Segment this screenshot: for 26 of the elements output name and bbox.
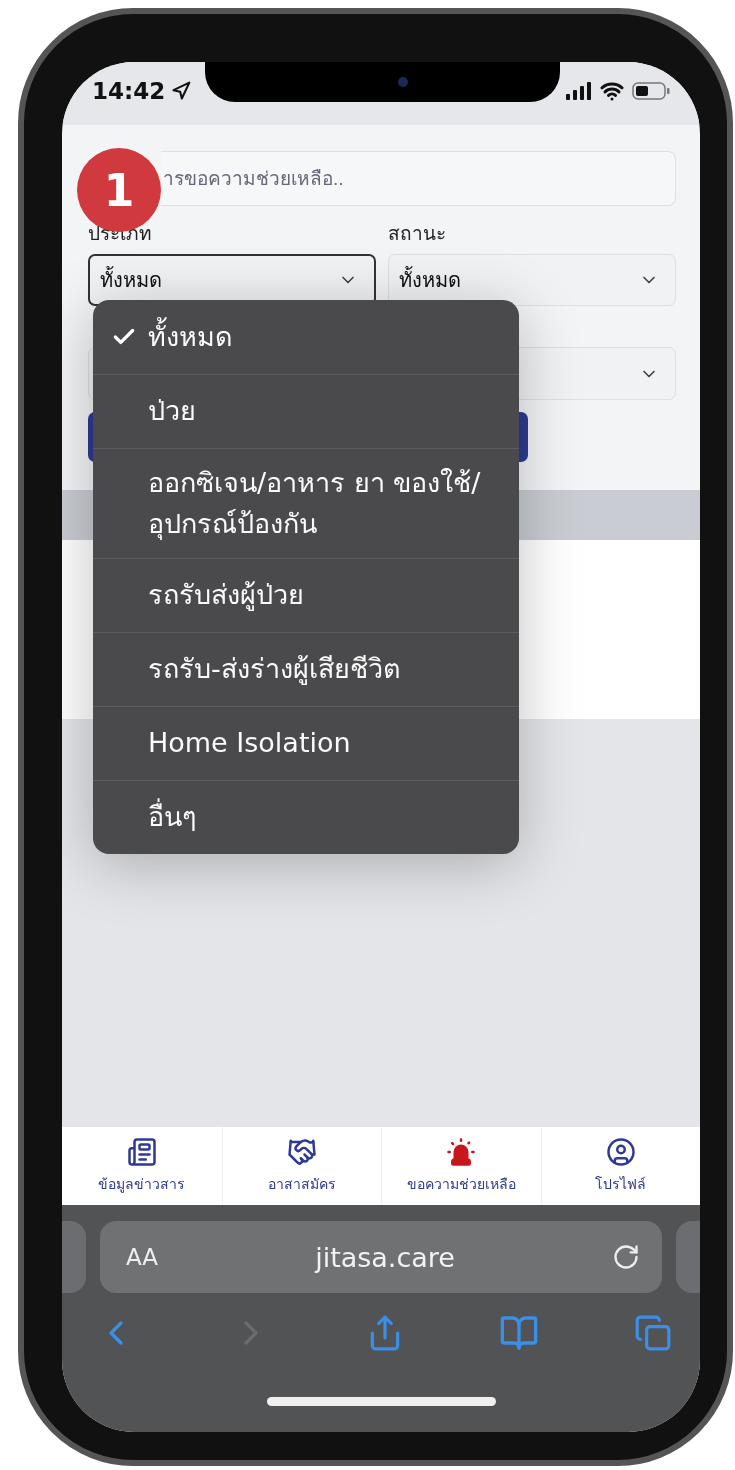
signal-icon (566, 81, 592, 100)
tab-icon (126, 1137, 157, 1167)
tab-item[interactable]: ข้อมูลข่าวสาร (62, 1127, 222, 1205)
filter-label: สถานะ (388, 221, 447, 246)
battery-icon (632, 81, 670, 100)
tab-icon (446, 1137, 477, 1167)
address-bar[interactable]: AA jitasa.care (100, 1221, 662, 1293)
tab-pill[interactable] (62, 1221, 86, 1293)
search-field[interactable]: ารขอความช่วยเหลือ.. (161, 151, 676, 206)
menu-option[interactable]: อื่นๆ (93, 780, 519, 854)
menu-option[interactable]: รถรับ-ส่งร่างผู้เสียชีวิต (93, 632, 519, 706)
menu-option[interactable]: ออกซิเจน/อาหาร ยา ของใช้/อุปกรณ์ป้องกัน (93, 448, 519, 558)
menu-option[interactable]: ป่วย (93, 374, 519, 448)
tab-pill[interactable] (676, 1221, 700, 1293)
tab-icon (286, 1137, 317, 1167)
tabs-icon[interactable] (634, 1314, 672, 1352)
text-size-button[interactable]: AA (126, 1244, 159, 1270)
status-time: 14:42 (92, 77, 192, 104)
reload-icon[interactable] (612, 1243, 640, 1271)
tab-icon (605, 1137, 636, 1167)
location-icon (171, 80, 192, 101)
camera-icon (397, 77, 408, 87)
filter-select[interactable]: ทั้งหมด (388, 254, 676, 306)
menu-option[interactable]: รถรับส่งผู้ป่วย (93, 558, 519, 632)
menu-option[interactable]: Home Isolation (93, 706, 519, 780)
url-text: jitasa.care (315, 1241, 455, 1273)
